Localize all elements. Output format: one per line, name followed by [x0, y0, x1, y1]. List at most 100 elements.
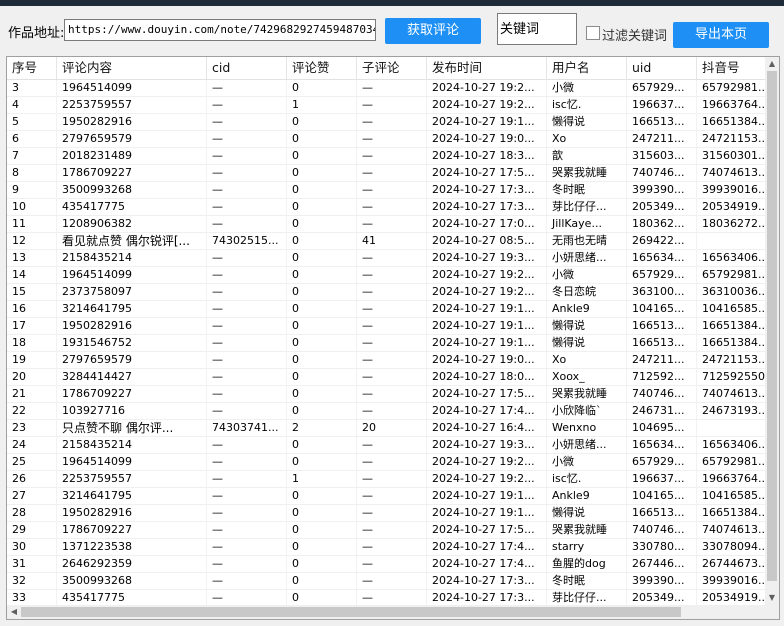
- table-row[interactable]: 26 2253759557—1—2024-10-27 19:2... isc忆. 19…: [7, 471, 769, 488]
- username-cell: 无雨也无晴: [547, 233, 627, 249]
- likes-cell: 0: [287, 250, 357, 266]
- likes-cell: 1: [287, 97, 357, 113]
- username-cell: 小微: [547, 80, 627, 96]
- index-cell: 31: [7, 556, 57, 572]
- likes-cell: 0: [287, 454, 357, 470]
- index-cell: 25: [7, 454, 57, 470]
- filter-keyword-checkbox[interactable]: [586, 26, 600, 40]
- table-row[interactable]: 12 看见就点赞 偶尔锐评[... 74302515... 0 41 2024-10-27…: [7, 233, 769, 250]
- header-col-username[interactable]: 用户名: [547, 57, 627, 79]
- export-page-button[interactable]: 导出本页: [673, 22, 769, 48]
- horizontal-scroll-thumb[interactable]: [21, 607, 681, 617]
- index-cell: 3: [7, 80, 57, 96]
- time-cell: 2024-10-27 17:4...: [427, 403, 547, 419]
- keyword-input[interactable]: 关键词: [497, 13, 577, 45]
- table-row[interactable]: 22 103927716—0—2024-10-27 17:4... 小欣降临` 246…: [7, 403, 769, 420]
- fetch-comments-button[interactable]: 获取评论: [385, 18, 481, 44]
- uid-cell: 657929...: [627, 454, 697, 470]
- content-cell: 2373758097: [57, 284, 207, 300]
- table-row[interactable]: 15 2373758097—0—2024-10-27 19:2... 冬日恋皖 363…: [7, 284, 769, 301]
- douyin-id-cell: 74074613...: [697, 522, 769, 538]
- replies-cell: —: [357, 284, 427, 300]
- table-row[interactable]: 27 3214641795—0—2024-10-27 19:1... Ankle9 1…: [7, 488, 769, 505]
- table-row[interactable]: 23 只点赞不聊 偶尔评... 74303741... 2 20 2024-10-27 1…: [7, 420, 769, 437]
- header-col-uid[interactable]: uid: [627, 57, 697, 79]
- cid-cell: —: [207, 199, 287, 215]
- comments-table[interactable]: 序号 评论内容 cid 评论赞 子评论 发布时间 用户名 uid 抖音号 3 1964514099…: [6, 56, 780, 620]
- horizontal-scrollbar[interactable]: ◀ ▶: [7, 605, 779, 619]
- table-row[interactable]: 5 1950282916—0—2024-10-27 19:1... 懒得说 16651…: [7, 114, 769, 131]
- uid-cell: 247211...: [627, 131, 697, 147]
- likes-cell: 0: [287, 386, 357, 402]
- header-col-content[interactable]: 评论内容: [57, 57, 207, 79]
- douyin-id-cell: 16563406...: [697, 250, 769, 266]
- time-cell: 2024-10-27 19:0...: [427, 352, 547, 368]
- table-row[interactable]: 32 3500993268—0—2024-10-27 17:3... 冬时眠 3993…: [7, 573, 769, 590]
- scroll-down-icon[interactable]: ▼: [765, 591, 779, 605]
- table-row[interactable]: 10 435417775—0—2024-10-27 17:3... 芽比仔仔... 2…: [7, 199, 769, 216]
- table-row[interactable]: 14 1964514099—0—2024-10-27 19:2... 小微 65792…: [7, 267, 769, 284]
- table-row[interactable]: 16 3214641795—0—2024-10-27 19:1... Ankle9 1…: [7, 301, 769, 318]
- vertical-scrollbar[interactable]: ▲ ▼: [765, 57, 779, 605]
- likes-cell: 0: [287, 488, 357, 504]
- header-col-cid[interactable]: cid: [207, 57, 287, 79]
- header-col-likes[interactable]: 评论赞: [287, 57, 357, 79]
- index-cell: 10: [7, 199, 57, 215]
- scroll-corner: [765, 605, 779, 619]
- table-row[interactable]: 29 1786709227—0—2024-10-27 17:5... 哭累我就睡 74…: [7, 522, 769, 539]
- index-cell: 11: [7, 216, 57, 232]
- time-cell: 2024-10-27 17:5...: [427, 522, 547, 538]
- table-row[interactable]: 8 1786709227—0—2024-10-27 17:5... 哭累我就睡 740…: [7, 165, 769, 182]
- vertical-scroll-thumb[interactable]: [767, 71, 777, 581]
- username-cell: 懒得说: [547, 114, 627, 130]
- scroll-up-icon[interactable]: ▲: [765, 57, 779, 71]
- content-cell: 2253759557: [57, 97, 207, 113]
- table-header: 序号 评论内容 cid 评论赞 子评论 发布时间 用户名 uid 抖音号: [7, 57, 769, 80]
- table-row[interactable]: 4 2253759557—1—2024-10-27 19:2... isc忆. 196…: [7, 97, 769, 114]
- content-cell: 2797659579: [57, 131, 207, 147]
- url-input[interactable]: https://www.douyin.com/note/742968292745…: [64, 19, 376, 41]
- filter-keyword-label[interactable]: 过滤关键词: [602, 25, 667, 44]
- uid-cell: 246731...: [627, 403, 697, 419]
- header-col-replies[interactable]: 子评论: [357, 57, 427, 79]
- replies-cell: —: [357, 556, 427, 572]
- replies-cell: —: [357, 199, 427, 215]
- table-row[interactable]: 17 1950282916—0—2024-10-27 19:1... 懒得说 1665…: [7, 318, 769, 335]
- scroll-left-icon[interactable]: ◀: [7, 605, 21, 619]
- table-row[interactable]: 9 3500993268—0—2024-10-27 17:3... 冬时眠 39939…: [7, 182, 769, 199]
- table-row[interactable]: 30 1371223538—0—2024-10-27 17:4... starry 3…: [7, 539, 769, 556]
- time-cell: 2024-10-27 17:3...: [427, 590, 547, 606]
- table-row[interactable]: 13 2158435214—0—2024-10-27 19:3... 小妍思绪...…: [7, 250, 769, 267]
- time-cell: 2024-10-27 17:3...: [427, 182, 547, 198]
- table-row[interactable]: 18 1931546752—0—2024-10-27 19:1... 懒得说 1665…: [7, 335, 769, 352]
- table-row[interactable]: 28 1950282916—0—2024-10-27 19:1... 懒得说 1665…: [7, 505, 769, 522]
- uid-cell: 104165...: [627, 488, 697, 504]
- header-col-index[interactable]: 序号: [7, 57, 57, 79]
- content-cell: 1964514099: [57, 267, 207, 283]
- content-cell: 只点赞不聊 偶尔评...: [57, 420, 207, 436]
- table-row[interactable]: 31 2646292359—0—2024-10-27 17:4... 鱼腥的dog 2…: [7, 556, 769, 573]
- header-col-time[interactable]: 发布时间: [427, 57, 547, 79]
- table-row[interactable]: 25 1964514099—0—2024-10-27 19:2... 小微 65792…: [7, 454, 769, 471]
- username-cell: 懒得说: [547, 335, 627, 351]
- table-row[interactable]: 19 2797659579—0—2024-10-27 19:0... Xo 24721…: [7, 352, 769, 369]
- index-cell: 7: [7, 148, 57, 164]
- cid-cell: 74302515...: [207, 233, 287, 249]
- time-cell: 2024-10-27 19:2...: [427, 454, 547, 470]
- table-row[interactable]: 11 1208906382—0—2024-10-27 17:0... JillKay…: [7, 216, 769, 233]
- table-row[interactable]: 20 3284414427—0—2024-10-27 18:0... Xoox_ 71…: [7, 369, 769, 386]
- time-cell: 2024-10-27 19:3...: [427, 437, 547, 453]
- content-cell: 1931546752: [57, 335, 207, 351]
- header-col-douyin-id[interactable]: 抖音号: [697, 57, 769, 79]
- time-cell: 2024-10-27 17:4...: [427, 539, 547, 555]
- table-row[interactable]: 3 1964514099—0—2024-10-27 19:2... 小微 657929…: [7, 80, 769, 97]
- cid-cell: —: [207, 114, 287, 130]
- table-row[interactable]: 7 2018231489—0—2024-10-27 18:3... 歆 315603.…: [7, 148, 769, 165]
- content-cell: 2158435214: [57, 437, 207, 453]
- cid-cell: —: [207, 539, 287, 555]
- table-row[interactable]: 21 1786709227—0—2024-10-27 17:5... 哭累我就睡 74…: [7, 386, 769, 403]
- likes-cell: 0: [287, 590, 357, 606]
- table-row[interactable]: 24 2158435214—0—2024-10-27 19:3... 小妍思绪...…: [7, 437, 769, 454]
- table-row[interactable]: 6 2797659579—0—2024-10-27 19:0... Xo 247211…: [7, 131, 769, 148]
- replies-cell: —: [357, 454, 427, 470]
